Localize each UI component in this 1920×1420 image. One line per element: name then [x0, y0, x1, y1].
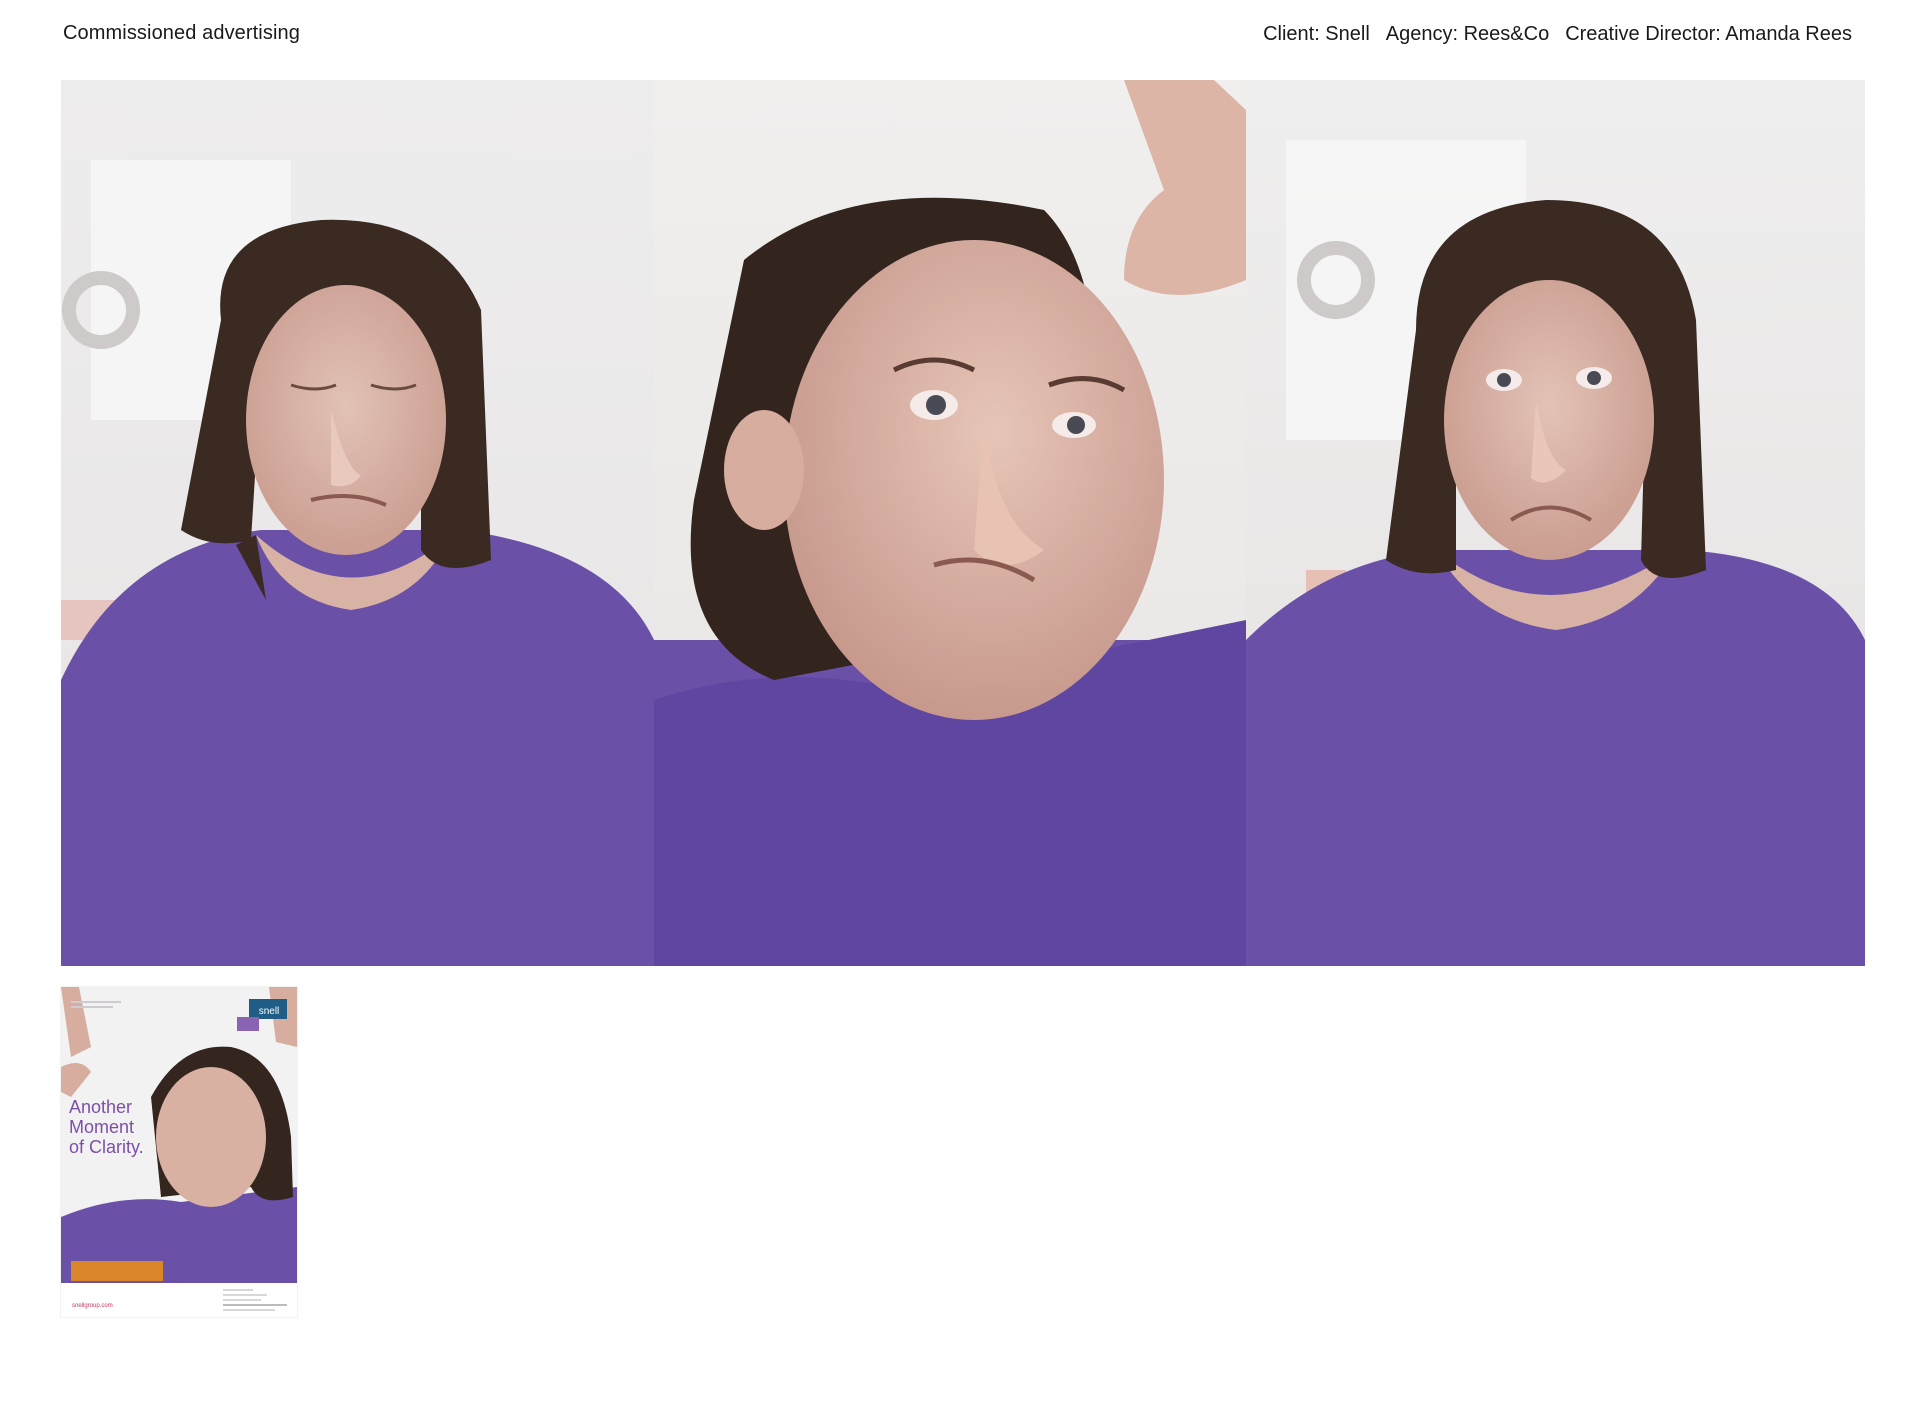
photo-triptych	[61, 80, 1865, 966]
snell-logo-text: snell	[259, 1006, 280, 1017]
ad-headline-line-2: Moment	[69, 1117, 135, 1137]
ad-headline-line-1: Another	[69, 1097, 133, 1117]
credit-client: Client: Snell	[1263, 23, 1370, 45]
project-credits: Client: Snell Agency: Rees&Co Creative D…	[1263, 23, 1852, 46]
portrait-eyes-closed-image	[61, 80, 654, 966]
portrait-frown-image	[1246, 80, 1865, 966]
ad-fine-print	[223, 1289, 287, 1314]
ad-copy-block	[71, 1261, 163, 1281]
ad-tagline-placeholder	[71, 1001, 131, 1008]
ad-thumbnail[interactable]: snell Another Moment of Clarity. snellgr…	[61, 987, 297, 1317]
credit-creative-director: Creative Director: Amanda Rees	[1565, 23, 1852, 45]
gallery-photo-1[interactable]	[61, 80, 654, 966]
page-header: Commissioned advertising Client: Snell A…	[0, 0, 1920, 80]
portrait-closeup-image	[654, 80, 1246, 966]
snell-logo: snell	[237, 999, 287, 1031]
gallery-photo-3[interactable]	[1246, 80, 1865, 966]
ad-headline: Another Moment of Clarity.	[69, 1097, 144, 1157]
ad-headline-line-3: of Clarity.	[69, 1137, 144, 1157]
ad-url: snellgroup.com	[72, 1303, 113, 1309]
gallery-photo-2[interactable]	[654, 80, 1246, 966]
section-title-link[interactable]: Commissioned advertising	[63, 22, 300, 45]
credit-agency: Agency: Rees&Co	[1385, 23, 1550, 45]
